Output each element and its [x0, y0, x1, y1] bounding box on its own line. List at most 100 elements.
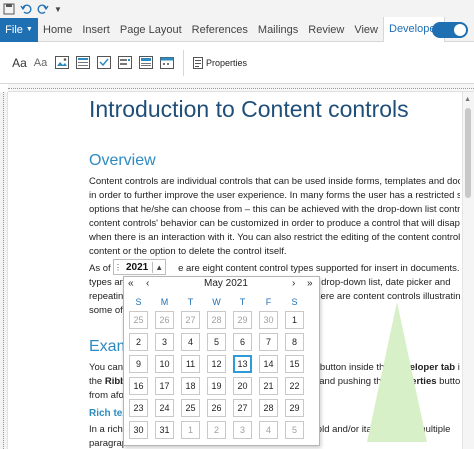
date-picker-content-control[interactable]: ⋮ 2021 ▲: [113, 259, 167, 275]
chevron-down-icon: ▼: [25, 26, 33, 33]
calendar-day[interactable]: 7: [259, 333, 278, 351]
document-title: Introduction to Content controls: [89, 96, 409, 122]
plain-text-control-icon[interactable]: Aa: [33, 55, 48, 70]
calendar-day[interactable]: 17: [155, 377, 174, 395]
previous-month-button[interactable]: ‹: [146, 278, 149, 289]
tab-home[interactable]: Home: [38, 18, 77, 42]
quick-access-toolbar: ▼: [0, 0, 474, 18]
calendar-day[interactable]: 11: [181, 355, 200, 373]
calendar-day[interactable]: 1: [181, 421, 200, 439]
scroll-up-icon[interactable]: ▲: [464, 96, 471, 103]
tab-insert[interactable]: Insert: [77, 18, 115, 42]
weekday-header: F: [265, 297, 272, 307]
vertical-ruler[interactable]: [0, 92, 8, 449]
calendar-navigation: « ‹ May 2021 › »: [124, 277, 321, 292]
calendar-day[interactable]: 3: [155, 333, 174, 351]
properties-button[interactable]: Properties: [193, 56, 247, 69]
tab-page-layout[interactable]: Page Layout: [115, 18, 187, 42]
properties-icon: [193, 56, 203, 69]
month-year-label[interactable]: May 2021: [204, 278, 248, 289]
calendar-day[interactable]: 5: [285, 421, 304, 439]
calendar-day[interactable]: 27: [181, 311, 200, 329]
toggle-knob: [454, 24, 466, 36]
calendar-day[interactable]: 22: [285, 377, 304, 395]
overview-line: when there is an interaction with it. Yo…: [89, 232, 460, 243]
calendar-day[interactable]: 1: [285, 311, 304, 329]
weekday-header: S: [291, 297, 298, 307]
calendar-day[interactable]: 14: [259, 355, 278, 373]
year-value[interactable]: 2021: [122, 261, 154, 273]
redo-icon[interactable]: [37, 3, 49, 15]
calendar-day[interactable]: 30: [129, 421, 148, 439]
calendar-day[interactable]: 28: [207, 311, 226, 329]
ribbon-toggle-switch[interactable]: [432, 22, 468, 38]
drop-down-list-control-icon[interactable]: [138, 55, 153, 70]
tab-view[interactable]: View: [349, 18, 383, 42]
date-picker-control-icon[interactable]: [159, 55, 174, 70]
file-menu-label: File: [5, 23, 23, 36]
calendar-day[interactable]: 26: [207, 399, 226, 417]
calendar-day[interactable]: 4: [259, 421, 278, 439]
paragraph-line: from afor: [89, 390, 128, 401]
calendar-day[interactable]: 18: [181, 377, 200, 395]
chevron-up-icon[interactable]: ▲: [153, 263, 165, 272]
paragraph-line: paragrap: [89, 438, 128, 449]
file-menu-button[interactable]: File ▼: [0, 17, 38, 42]
calendar-day[interactable]: 5: [207, 333, 226, 351]
overview-heading: Overview: [89, 152, 156, 169]
calendar-day[interactable]: 28: [259, 399, 278, 417]
overview-line: Content controls are individual controls…: [89, 176, 460, 187]
weekday-header: T: [239, 297, 246, 307]
developer-ribbon: Aa Aa Properties: [0, 42, 474, 84]
calendar-day[interactable]: 16: [129, 377, 148, 395]
calendar-day[interactable]: 2: [129, 333, 148, 351]
decorative-shape: [367, 302, 427, 442]
calendar-day[interactable]: 25: [181, 399, 200, 417]
overview-line: in order to further improve the user exp…: [89, 190, 460, 201]
overview-line: content or the option to delete the cont…: [89, 246, 287, 257]
calendar-day[interactable]: 24: [155, 399, 174, 417]
calendar-day[interactable]: 30: [259, 311, 278, 329]
rich-text-control-icon[interactable]: Aa: [12, 55, 27, 70]
tab-review[interactable]: Review: [303, 18, 349, 42]
calendar-day[interactable]: 21: [259, 377, 278, 395]
combo-box-control-icon[interactable]: [117, 55, 132, 70]
calendar-day[interactable]: 13: [233, 355, 252, 373]
picture-control-icon[interactable]: [54, 55, 69, 70]
calendar-day[interactable]: 15: [285, 355, 304, 373]
calendar-day[interactable]: 12: [207, 355, 226, 373]
calendar-day[interactable]: 2: [207, 421, 226, 439]
calendar-day[interactable]: 29: [285, 399, 304, 417]
building-block-control-icon[interactable]: [75, 55, 90, 70]
calendar-day[interactable]: 8: [285, 333, 304, 351]
previous-year-button[interactable]: «: [128, 278, 134, 289]
calendar-day[interactable]: 3: [233, 421, 252, 439]
calendar-day[interactable]: 27: [233, 399, 252, 417]
save-icon[interactable]: [3, 3, 15, 15]
calendar-day[interactable]: 10: [155, 355, 174, 373]
weekday-header: W: [212, 297, 221, 307]
drag-handle-icon[interactable]: ⋮: [114, 263, 122, 272]
scrollbar-thumb[interactable]: [465, 108, 471, 198]
calendar-day[interactable]: 20: [233, 377, 252, 395]
next-year-button[interactable]: »: [307, 278, 313, 289]
tab-mailings[interactable]: Mailings: [253, 18, 303, 42]
calendar-day[interactable]: 25: [129, 311, 148, 329]
checkbox-control-icon[interactable]: [96, 55, 111, 70]
customize-toolbar-icon[interactable]: ▼: [54, 5, 62, 14]
calendar-day[interactable]: 19: [207, 377, 226, 395]
overview-line: options that he/she can choose from – th…: [89, 204, 460, 215]
horizontal-ruler[interactable]: [8, 84, 474, 92]
undo-icon[interactable]: [20, 3, 32, 15]
weekday-header: M: [160, 297, 169, 307]
calendar-day[interactable]: 31: [155, 421, 174, 439]
tab-references[interactable]: References: [187, 18, 253, 42]
next-month-button[interactable]: ›: [292, 278, 295, 289]
calendar-day[interactable]: 29: [233, 311, 252, 329]
weekday-header: T: [187, 297, 194, 307]
calendar-day[interactable]: 4: [181, 333, 200, 351]
calendar-day[interactable]: 23: [129, 399, 148, 417]
calendar-day[interactable]: 9: [129, 355, 148, 373]
calendar-day[interactable]: 6: [233, 333, 252, 351]
calendar-day[interactable]: 26: [155, 311, 174, 329]
